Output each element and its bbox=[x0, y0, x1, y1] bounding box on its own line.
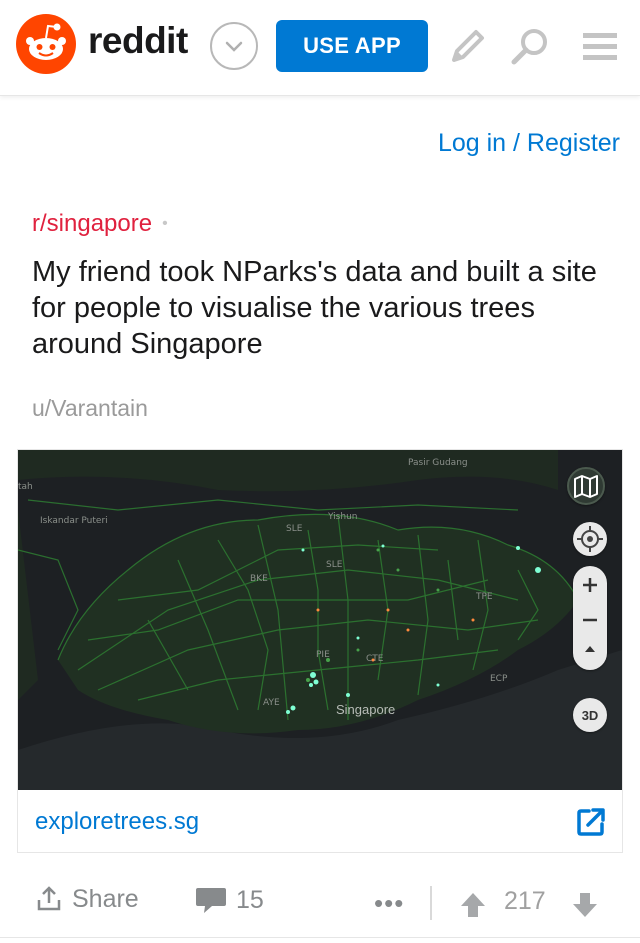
action-divider bbox=[430, 886, 432, 920]
map-label-tpe: TPE bbox=[476, 592, 493, 602]
map-label-sle-2: SLE bbox=[326, 560, 343, 570]
link-domain[interactable]: exploretrees.sg bbox=[35, 808, 199, 836]
comment-icon bbox=[196, 888, 226, 913]
comment-count: 15 bbox=[236, 885, 264, 914]
map-label-iskandar-puteri: Iskandar Puteri bbox=[40, 516, 108, 526]
community-dropdown-button[interactable] bbox=[210, 22, 258, 70]
map-icon bbox=[574, 475, 598, 498]
map-locate-button bbox=[573, 522, 607, 556]
map-label-aye: AYE bbox=[263, 698, 280, 708]
top-bar: reddit USE APP bbox=[0, 0, 640, 96]
chevron-down-icon bbox=[225, 41, 243, 52]
map-3d-button: 3D bbox=[573, 698, 607, 732]
zoom-controls-icon bbox=[583, 578, 597, 652]
login-register-link[interactable]: Log in / Register bbox=[438, 129, 620, 158]
subreddit-link[interactable]: r/singapore bbox=[32, 210, 152, 238]
link-thumbnail[interactable]: Pasir Gudang tah Iskandar Puteri Yishun … bbox=[18, 450, 622, 790]
share-button[interactable]: Share bbox=[34, 884, 139, 914]
external-link-icon[interactable] bbox=[575, 806, 607, 838]
use-app-button[interactable]: USE APP bbox=[276, 20, 428, 72]
share-label: Share bbox=[72, 884, 139, 913]
map-label-tah: tah bbox=[18, 482, 33, 492]
map-image bbox=[18, 450, 622, 790]
post-title[interactable]: My friend took NParks's data and built a… bbox=[32, 254, 612, 362]
post-meta: r/singapore • bbox=[32, 210, 168, 238]
search-icon[interactable] bbox=[508, 24, 552, 68]
post-action-bar: Share 15 ••• 217 bbox=[0, 868, 640, 938]
comments-button[interactable]: 15 bbox=[194, 884, 264, 916]
map-label-pasir-gudang: Pasir Gudang bbox=[408, 458, 468, 468]
map-label-yishun: Yishun bbox=[328, 512, 358, 522]
map-style-button bbox=[567, 467, 605, 505]
crosshair-icon bbox=[577, 526, 603, 552]
map-label-pie: PIE bbox=[316, 650, 330, 660]
map-label-bke: BKE bbox=[250, 574, 268, 584]
downvote-icon[interactable] bbox=[570, 890, 600, 920]
reddit-logo-icon[interactable] bbox=[16, 14, 76, 74]
pencil-icon[interactable] bbox=[446, 24, 490, 68]
map-label-singapore: Singapore bbox=[336, 702, 396, 717]
map-zoom-controls bbox=[573, 566, 607, 670]
reddit-wordmark[interactable]: reddit bbox=[88, 20, 188, 62]
map-label-cte: CTE bbox=[366, 654, 384, 664]
hamburger-menu-icon[interactable] bbox=[578, 24, 622, 68]
vote-score: 217 bbox=[504, 887, 546, 915]
share-icon bbox=[37, 886, 61, 911]
meta-separator: • bbox=[162, 215, 168, 232]
map-label-sle: SLE bbox=[286, 524, 303, 534]
more-options-button[interactable]: ••• bbox=[374, 888, 404, 919]
map-label-ecp: ECP bbox=[490, 674, 508, 684]
upvote-icon[interactable] bbox=[458, 890, 488, 920]
post-author[interactable]: u/Varantain bbox=[32, 395, 148, 422]
link-preview-card[interactable]: Pasir Gudang tah Iskandar Puteri Yishun … bbox=[17, 449, 623, 853]
